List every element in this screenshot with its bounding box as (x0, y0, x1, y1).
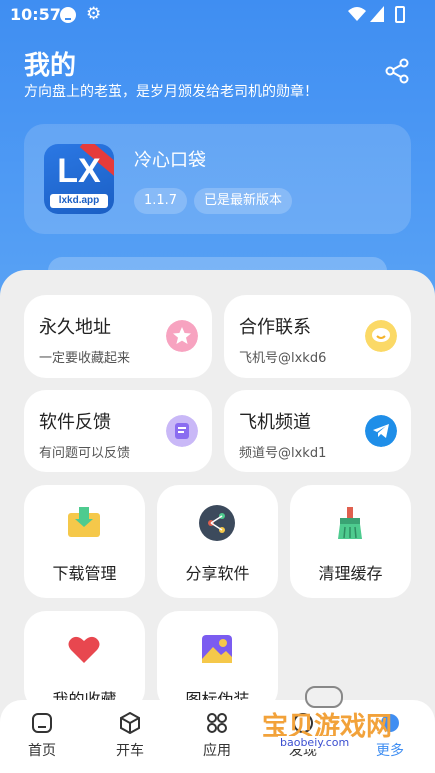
status-bar: 10:57 ⚙ (0, 0, 435, 30)
telegram-channel-card[interactable]: 飞机频道 频道号@lxkd1 (224, 390, 411, 472)
nav-home[interactable]: 首页 (12, 712, 72, 760)
card-desc: 飞机号@lxkd6 (239, 351, 327, 366)
image-icon (202, 635, 232, 663)
nav-label: 应用 (203, 743, 231, 759)
app-logo: LX lxkd.app (44, 144, 114, 214)
signal-icon (370, 6, 384, 22)
card-title: 永久地址 (39, 317, 111, 338)
nav-label: 更多 (376, 743, 404, 759)
gear-icon: ⚙ (86, 4, 102, 24)
card-title: 合作联系 (239, 317, 311, 338)
battery-icon (395, 6, 405, 23)
card-title: 软件反馈 (39, 412, 111, 433)
apps-grid-icon (207, 713, 227, 733)
tile-label: 下载管理 (52, 564, 117, 583)
cooperation-contact-card[interactable]: 合作联系 飞机号@lxkd6 (224, 295, 411, 378)
home-icon (32, 713, 52, 733)
nav-drive[interactable]: 开车 (100, 712, 160, 760)
status-time: 10:57 (10, 5, 61, 24)
update-status-badge[interactable]: 已是最新版本 (194, 188, 293, 214)
logo-domain: lxkd.app (50, 194, 108, 208)
nav-label: 首页 (28, 743, 56, 759)
telegram-icon (365, 415, 397, 447)
app-name: 冷心口袋 (134, 150, 206, 171)
download-icon (60, 7, 76, 23)
tile-label: 清理缓存 (318, 564, 383, 583)
nav-label: 开车 (116, 743, 144, 759)
logo-text: LX (57, 152, 101, 190)
heart-icon (68, 636, 100, 663)
cube-icon (120, 712, 140, 734)
my-favorites-tile[interactable]: 我的收藏 (24, 611, 145, 711)
share-icon[interactable] (384, 58, 410, 84)
star-icon (166, 320, 198, 352)
clear-cache-tile[interactable]: 清理缓存 (290, 485, 411, 598)
card-desc: 有问题可以反馈 (39, 446, 131, 461)
document-icon (166, 415, 198, 447)
icon-disguise-tile[interactable]: 图标伪装 (157, 611, 278, 711)
chat-bubble-icon (365, 320, 397, 352)
watermark-domain: baobeiy.com (278, 736, 352, 749)
card-title: 飞机频道 (239, 412, 311, 433)
app-info-card[interactable]: LX lxkd.app 冷心口袋 1.1.7 已是最新版本 (24, 124, 411, 234)
share-app-tile[interactable]: 分享软件 (157, 485, 278, 598)
broom-icon (338, 507, 362, 539)
card-desc: 一定要收藏起来 (39, 351, 131, 366)
page-title: 我的 (24, 51, 77, 81)
gamepad-watermark-icon (305, 686, 343, 708)
version-badge: 1.1.7 (134, 188, 188, 214)
permanent-address-card[interactable]: 永久地址 一定要收藏起来 (24, 295, 212, 378)
wifi-icon (348, 7, 366, 21)
download-manager-tile[interactable]: 下载管理 (24, 485, 145, 598)
card-desc: 频道号@lxkd1 (239, 446, 327, 461)
share-circle-icon (199, 505, 235, 541)
nav-apps[interactable]: 应用 (187, 712, 247, 760)
download-folder-icon (68, 507, 100, 537)
page-subtitle: 方向盘上的老茧，是岁月颁发给老司机的勋章！ (24, 84, 318, 100)
tile-label: 分享软件 (185, 564, 250, 583)
feedback-card[interactable]: 软件反馈 有问题可以反馈 (24, 390, 212, 472)
